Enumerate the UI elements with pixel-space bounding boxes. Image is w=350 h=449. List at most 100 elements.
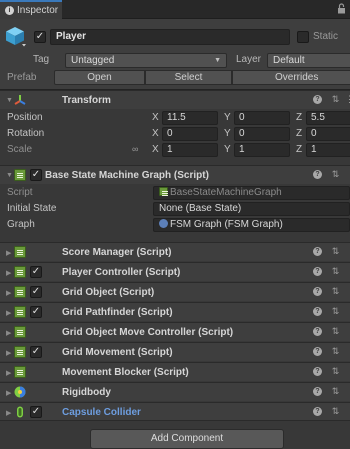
axis-x-label[interactable]: X <box>152 112 159 123</box>
axis-x-label[interactable]: X <box>152 128 159 139</box>
axis-z-label[interactable]: Z <box>296 144 302 155</box>
rotation-y-field[interactable]: 0 <box>234 127 290 141</box>
help-icon[interactable]: ? <box>313 407 322 416</box>
presets-icon[interactable]: ⇅ <box>331 327 340 336</box>
component-enabled-checkbox[interactable]: ✓ <box>30 169 42 181</box>
component-header[interactable]: ▶ ✓ Player Controller (Script)? ⇅ <box>0 262 350 281</box>
presets-icon[interactable]: ⇅ <box>331 267 340 276</box>
help-icon[interactable]: ? <box>313 307 322 316</box>
fold-arrow-icon[interactable]: ▶ <box>6 249 11 257</box>
presets-icon[interactable]: ⇅ <box>331 347 340 356</box>
fold-arrow-icon[interactable]: ▶ <box>6 409 11 417</box>
component-header[interactable]: ▶ Movement Blocker (Script)? ⇅ <box>0 362 350 381</box>
presets-icon[interactable]: ⇅ <box>331 170 340 179</box>
help-icon[interactable]: ? <box>313 287 322 296</box>
tab-bar: i Inspector <box>0 0 350 19</box>
help-icon[interactable]: ? <box>313 387 322 396</box>
lock-icon[interactable] <box>337 3 346 14</box>
graph-field[interactable]: FSM Graph (FSM Graph) <box>153 218 350 232</box>
rotation-x-field[interactable]: 0 <box>162 127 218 141</box>
presets-icon[interactable]: ⇅ <box>331 407 340 416</box>
component-header[interactable]: ▶ ✓ Grid Object (Script)? ⇅ <box>0 282 350 301</box>
presets-icon[interactable]: ⇅ <box>331 367 340 376</box>
component-header[interactable]: ▶ ✓ Grid Movement (Script)? ⇅ <box>0 342 350 361</box>
transform-icon <box>14 94 26 106</box>
script-field: BaseStateMachineGraph <box>153 186 350 200</box>
position-y-field[interactable]: 0 <box>234 111 290 125</box>
help-icon[interactable]: ? <box>313 95 322 104</box>
static-checkbox[interactable] <box>297 31 309 46</box>
component-enabled-checkbox[interactable]: ✓ <box>30 286 42 298</box>
rotation-z-field[interactable]: 0 <box>306 127 350 141</box>
script-icon <box>14 266 26 278</box>
prefab-select-button[interactable]: Select <box>145 70 232 85</box>
presets-icon[interactable]: ⇅ <box>331 307 340 316</box>
gameobject-active-checkbox[interactable]: ✓ <box>34 31 46 43</box>
presets-icon[interactable]: ⇅ <box>331 95 340 104</box>
position-label: Position <box>7 112 43 123</box>
axis-z-label[interactable]: Z <box>296 128 302 139</box>
position-row: Position X 11.5 Y 0 Z 5.5 <box>0 111 350 126</box>
base-state-machine-title: Base State Machine Graph (Script) <box>45 170 209 181</box>
base-state-machine-header[interactable]: ▼ ✓ Base State Machine Graph (Script) ? … <box>0 165 350 184</box>
axis-y-label[interactable]: Y <box>224 144 231 155</box>
tab-inspector-label: Inspector <box>17 5 59 16</box>
axis-x-label[interactable]: X <box>152 144 159 155</box>
position-x-field[interactable]: 11.5 <box>162 111 218 125</box>
presets-icon[interactable]: ⇅ <box>331 247 340 256</box>
gameobject-name-field[interactable]: Player <box>50 29 290 45</box>
scale-z-field[interactable]: 1 <box>306 143 350 157</box>
rotation-label: Rotation <box>7 128 45 139</box>
presets-icon[interactable]: ⇅ <box>331 287 340 296</box>
tag-dropdown[interactable]: Untagged ▼ <box>65 53 227 68</box>
component-header[interactable]: ▶ ✓ Grid Pathfinder (Script)? ⇅ <box>0 302 350 321</box>
help-icon[interactable]: ? <box>313 327 322 336</box>
fold-arrow-icon[interactable]: ▶ <box>6 369 11 377</box>
help-icon[interactable]: ? <box>313 367 322 376</box>
component-header[interactable]: ▶ ✓ Capsule Collider? ⇅ <box>0 402 350 421</box>
script-icon <box>14 306 26 318</box>
component-enabled-checkbox[interactable]: ✓ <box>30 306 42 318</box>
help-icon[interactable]: ? <box>313 347 322 356</box>
scale-y-field[interactable]: 1 <box>234 143 290 157</box>
graph-value: FSM Graph (FSM Graph) <box>170 219 283 230</box>
tab-inspector[interactable]: i Inspector <box>0 0 62 19</box>
component-header[interactable]: ▶ Grid Object Move Controller (Script)? ⇅ <box>0 322 350 341</box>
component-header[interactable]: ▶ Score Manager (Script)? ⇅ <box>0 242 350 261</box>
component-header[interactable]: ▶ Rigidbody? ⇅ <box>0 382 350 401</box>
axis-y-label[interactable]: Y <box>224 112 231 123</box>
add-component-button[interactable]: Add Component <box>90 429 284 449</box>
constrain-proportions-icon[interactable]: ∞ <box>132 144 138 154</box>
component-enabled-checkbox[interactable]: ✓ <box>30 346 42 358</box>
fold-arrow-icon[interactable]: ▶ <box>6 289 11 297</box>
layer-dropdown[interactable]: Default <box>267 53 350 68</box>
component-enabled-checkbox[interactable]: ✓ <box>30 266 42 278</box>
initial-state-field[interactable]: None (Base State) <box>153 202 350 216</box>
fold-arrow-icon[interactable]: ▶ <box>6 269 11 277</box>
more-menu-icon[interactable]: ⋮ <box>345 95 350 104</box>
fold-arrow-icon[interactable]: ▼ <box>6 172 13 179</box>
prefab-label: Prefab <box>7 72 37 83</box>
axis-y-label[interactable]: Y <box>224 128 231 139</box>
fold-arrow-icon[interactable]: ▶ <box>6 329 11 337</box>
fold-arrow-icon[interactable]: ▶ <box>6 349 11 357</box>
fold-arrow-icon[interactable]: ▼ <box>6 97 13 104</box>
axis-z-label[interactable]: Z <box>296 112 302 123</box>
script-icon <box>14 326 26 338</box>
prefab-overrides-dropdown[interactable]: Overrides <box>232 70 350 85</box>
transform-header[interactable]: ▼ Transform ? ⇅ ⋮ <box>0 90 350 109</box>
component-enabled-checkbox[interactable]: ✓ <box>30 406 42 418</box>
tag-value: Untagged <box>71 55 115 66</box>
help-icon[interactable]: ? <box>313 247 322 256</box>
component-title: Grid Object Move Controller (Script) <box>62 327 234 338</box>
position-z-field[interactable]: 5.5 <box>306 111 350 125</box>
gameobject-cube-icon[interactable] <box>4 25 26 47</box>
presets-icon[interactable]: ⇅ <box>331 387 340 396</box>
prefab-open-button[interactable]: Open <box>54 70 145 85</box>
scale-row: Scale ∞ X 1 Y 1 Z 1 <box>0 143 350 158</box>
fold-arrow-icon[interactable]: ▶ <box>6 309 11 317</box>
help-icon[interactable]: ? <box>313 170 322 179</box>
scale-x-field[interactable]: 1 <box>162 143 218 157</box>
fold-arrow-icon[interactable]: ▶ <box>6 389 11 397</box>
help-icon[interactable]: ? <box>313 267 322 276</box>
